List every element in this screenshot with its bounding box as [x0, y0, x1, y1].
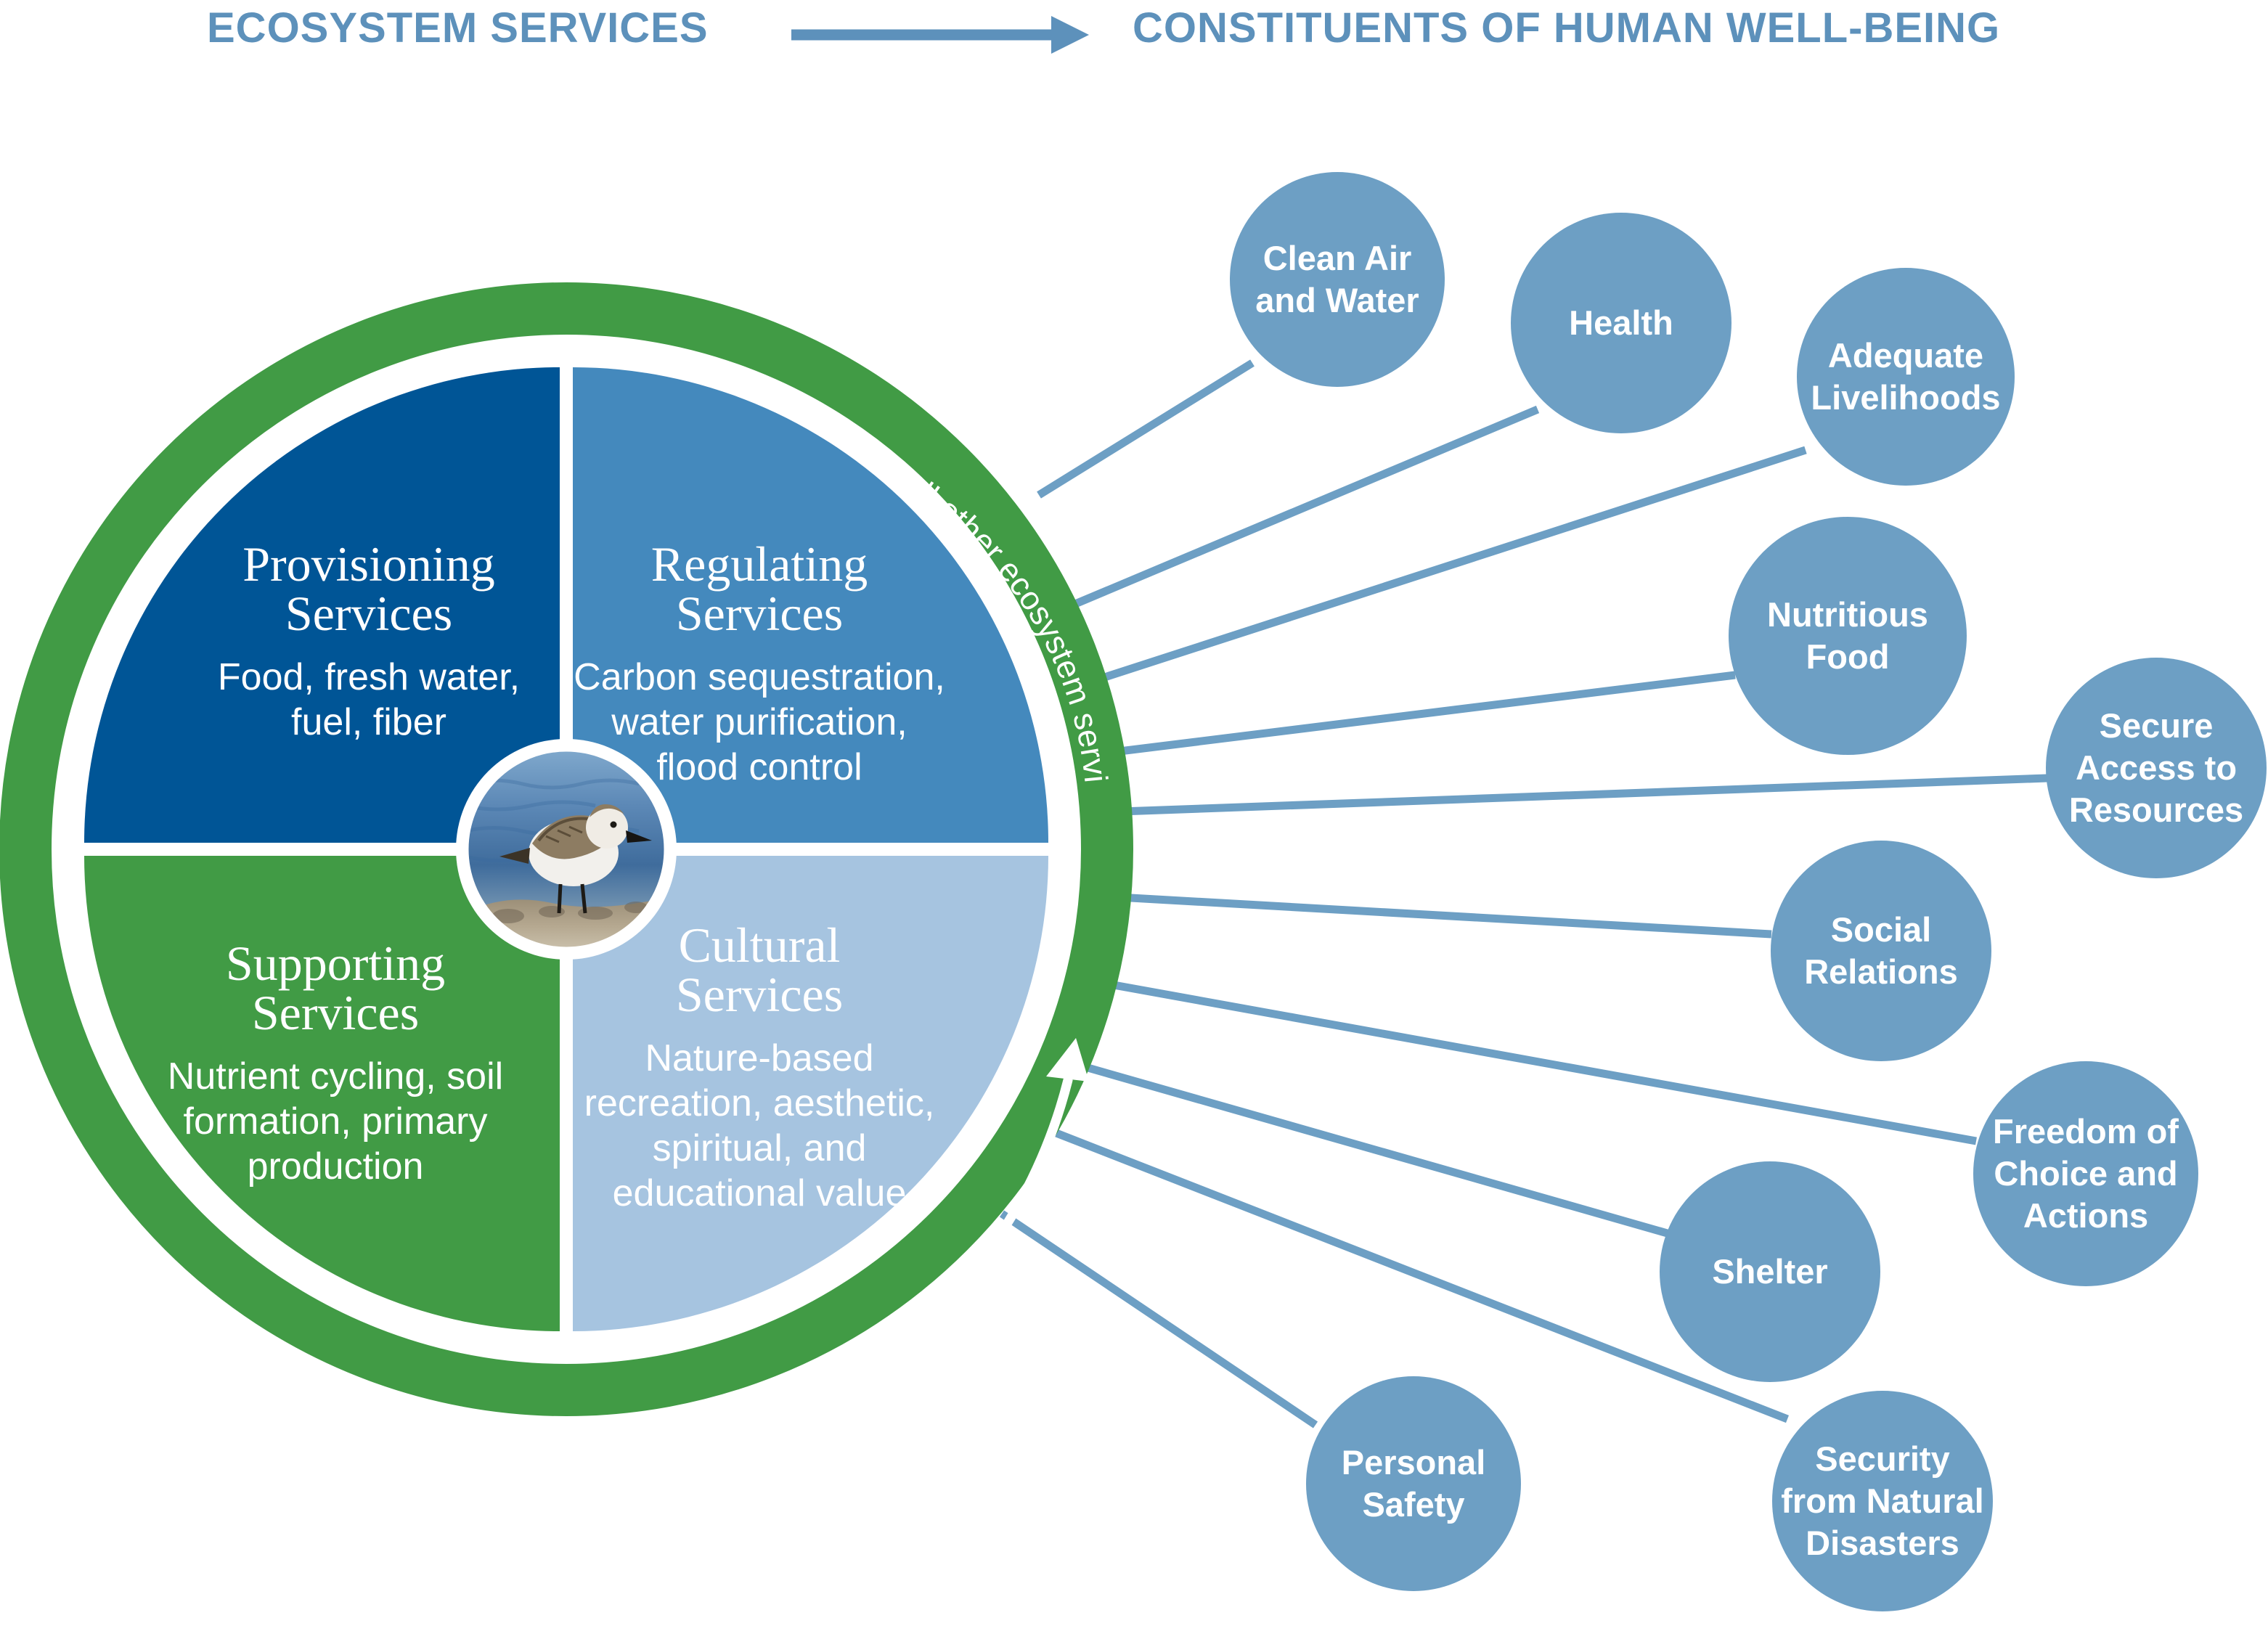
center-photo — [456, 739, 677, 960]
supporting-desc-line-3: production — [248, 1145, 424, 1188]
wellbeing-bubbles: Clean Air and Water Health AdequateLiveliho… — [1230, 172, 2267, 1611]
bubble-health[interactable]: Health — [1511, 213, 1731, 433]
regulating-desc-line-2: water purification, — [611, 701, 907, 743]
bubble-label-security-from-natural-disasters-line-1: Security — [1815, 1439, 1949, 1478]
provisioning-desc-line-1: Food, fresh water, — [218, 656, 520, 698]
regulating-desc-line-1: Carbon sequestration, — [574, 656, 945, 698]
bubble-label-shelter-line-1: Shelter — [1712, 1252, 1827, 1291]
connector-personal-safety — [999, 1210, 1318, 1429]
regulating-desc-line-3: flood control — [656, 746, 862, 788]
bubble-label-social-relations-line-1: Social — [1831, 910, 1931, 949]
supporting-title-line-1: Supporting — [226, 936, 445, 991]
header-left-title: ECOSYSTEM SERVICES — [207, 4, 709, 52]
header-right-title: CONSTITUENTS OF HUMAN WELL-BEING — [1133, 4, 2000, 52]
provisioning-title-line-1: Provisioning — [242, 536, 495, 592]
bubble-label-nutritious-food-line-1: Nutritious — [1767, 595, 1928, 634]
bubble-label-freedom-of-choice-and-actions-line-1: Freedom of — [1993, 1112, 2179, 1151]
bubble-label-secure-access-to-resources-line-3: Resources — [2069, 790, 2243, 829]
bubble-label-clean-air-and-water-line-1: Clean Air — [1263, 239, 1412, 277]
bubble-secure-access-to-resources[interactable]: SecureAccess toResources — [2046, 658, 2267, 878]
bubble-label-social-relations-line-2: Relations — [1804, 952, 1958, 991]
connector-secure-access-to-resources — [1120, 774, 2048, 816]
cultural-title-line-2: Services — [676, 967, 843, 1022]
header: ECOSYSTEM SERVICES CONSTITUENTS OF HUMAN… — [207, 4, 2000, 54]
connector-nutritious-food — [1107, 671, 1736, 757]
bubble-label-nutritious-food-line-2: Food — [1806, 637, 1890, 676]
bubble-label-security-from-natural-disasters-line-3: Disasters — [1806, 1524, 1959, 1562]
ecosystem-services-diagram: ECOSYSTEM SERVICES CONSTITUENTS OF HUMAN… — [0, 0, 2267, 1611]
bubble-adequate-livelihoods[interactable]: AdequateLivelihoods — [1797, 268, 2015, 486]
bubble-label-personal-safety-line-1: Personal — [1342, 1443, 1486, 1482]
cultural-desc-line-3: spiritual, and — [653, 1127, 867, 1169]
supporting-desc-line-1: Nutrient cycling, soil — [168, 1055, 503, 1098]
bubble-shape-nutritious-food[interactable] — [1729, 517, 1967, 755]
right-arrow-icon — [791, 16, 1089, 54]
bubble-label-secure-access-to-resources-line-2: Access to — [2076, 748, 2237, 787]
provisioning-desc-line-2: fuel, fiber — [291, 701, 446, 743]
cultural-desc-line-4: educational value — [613, 1172, 907, 1214]
connector-shelter — [1079, 1061, 1671, 1238]
bubble-label-personal-safety-line-2: Safety — [1362, 1485, 1464, 1524]
bubble-label-security-from-natural-disasters-line-2: from Natural — [1781, 1482, 1983, 1520]
bubble-social-relations[interactable]: SocialRelations — [1771, 841, 1991, 1061]
bubble-label-freedom-of-choice-and-actions-line-3: Actions — [2023, 1196, 2148, 1235]
bubble-clean-air-and-water[interactable]: Clean Air and Water — [1230, 172, 1445, 387]
bubble-nutritious-food[interactable]: NutritiousFood — [1729, 517, 1967, 755]
cultural-desc-line-2: recreation, aesthetic, — [584, 1082, 935, 1124]
bubble-shape-clean-air-and-water[interactable] — [1230, 172, 1445, 387]
bubble-personal-safety[interactable]: PersonalSafety — [1306, 1376, 1521, 1591]
bubble-label-adequate-livelihoods-line-1: Adequate — [1828, 336, 1983, 375]
bubble-freedom-of-choice-and-actions[interactable]: Freedom ofChoice andActions — [1973, 1061, 2198, 1286]
connector-clean-air-and-water — [1037, 359, 1255, 499]
bubble-shape-personal-safety[interactable] — [1306, 1376, 1521, 1591]
diagram-canvas: ECOSYSTEM SERVICES CONSTITUENTS OF HUMAN… — [0, 0, 2268, 1647]
bubble-security-from-natural-disasters[interactable]: Security from Natural Disasters — [1772, 1391, 1993, 1611]
cultural-title-line-1: Cultural — [679, 918, 841, 973]
connector-adequate-livelihoods — [1088, 446, 1807, 687]
bubble-label-freedom-of-choice-and-actions-line-2: Choice and — [1994, 1154, 2177, 1193]
bubble-label-health-line-1: Health — [1569, 303, 1673, 342]
bubble-shape-social-relations[interactable] — [1771, 841, 1991, 1061]
provisioning-title-line-2: Services — [285, 586, 452, 641]
bubble-label-adequate-livelihoods-line-2: Livelihoods — [1811, 378, 2000, 417]
bubble-label-secure-access-to-resources-line-1: Secure — [2100, 706, 2214, 745]
connector-social-relations — [1117, 893, 1772, 939]
supporting-title-line-2: Services — [252, 985, 419, 1040]
bubble-shape-adequate-livelihoods[interactable] — [1797, 268, 2015, 486]
bubble-shelter[interactable]: Shelter — [1660, 1161, 1880, 1382]
supporting-desc-line-2: formation, primary — [184, 1100, 488, 1143]
cultural-desc-line-1: Nature-based — [645, 1037, 873, 1079]
regulating-title-line-1: Regulating — [651, 536, 868, 592]
regulating-title-line-2: Services — [676, 586, 843, 641]
bubble-label-clean-air-and-water-line-2: and Water — [1255, 281, 1419, 319]
